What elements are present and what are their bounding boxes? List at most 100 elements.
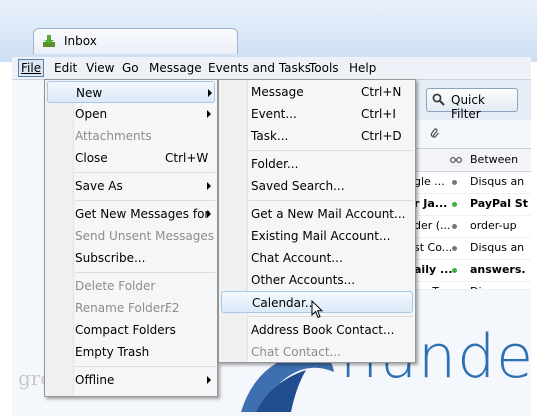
menu-item-chat-contact: Chat Contact... [221, 341, 413, 363]
menu-item-label: Empty Trash [75, 345, 150, 359]
menu-item-address-book-contact[interactable]: Address Book Contact... [221, 319, 413, 341]
menu-item-label: Other Accounts... [251, 273, 356, 287]
menu-help[interactable]: Help [347, 60, 378, 76]
menu-item-label: Saved Search... [251, 179, 345, 193]
menu-item-new-message[interactable]: Message Ctrl+N [221, 81, 413, 103]
menu-item-label: Get a New Mail Account... [251, 207, 406, 221]
menu-item-subscribe[interactable]: Subscribe... [47, 247, 215, 269]
read-status-dot[interactable] [452, 246, 457, 251]
menu-item-shortcut: Ctrl+I [361, 107, 396, 121]
menu-item-label: Close [75, 151, 108, 165]
menu-view[interactable]: View [84, 60, 116, 76]
message-subject: answers. [470, 263, 526, 276]
attachment-icon [430, 127, 440, 142]
menu-item-new-task[interactable]: Task... Ctrl+D [221, 125, 413, 147]
message-subject: Disqus an [470, 175, 525, 188]
menu-item-label: Address Book Contact... [251, 323, 395, 337]
read-status-dot[interactable] [452, 224, 457, 229]
menu-item-label: Get New Messages for [75, 207, 210, 221]
message-subject: Disqus an [470, 281, 524, 289]
message-sender: gle ... [414, 175, 445, 188]
menu-item-existing-mail-account[interactable]: Existing Mail Account... [221, 225, 413, 247]
menu-file[interactable]: File [18, 59, 45, 77]
menu-separator [75, 366, 215, 367]
inbox-download-icon [42, 34, 56, 48]
menu-item-label: Existing Mail Account... [251, 229, 391, 243]
menu-edit[interactable]: Edit [52, 60, 79, 76]
menu-item-shortcut: Ctrl+D [361, 129, 402, 143]
menu-item-compact-folders[interactable]: Compact Folders [47, 319, 215, 341]
menu-item-label: Send Unsent Messages [75, 229, 215, 243]
menu-tools[interactable]: Tools [307, 60, 341, 76]
message-row[interactable]: gle ... Disqus an [412, 171, 531, 194]
menu-item-label: Rename Folder... [75, 301, 176, 315]
menu-item-shortcut: F2 [165, 301, 180, 315]
menu-item-get-new-mail-account[interactable]: Get a New Mail Account... [221, 203, 413, 225]
message-sender: t... T... [414, 281, 448, 289]
message-subject: order-up [470, 219, 517, 232]
menu-go[interactable]: Go [120, 60, 141, 76]
menu-item-close[interactable]: Close Ctrl+W [47, 147, 215, 169]
menu-item-save-as[interactable]: Save As [47, 175, 215, 197]
menu-item-chat-account[interactable]: Chat Account... [221, 247, 413, 269]
message-row[interactable]: r Ja... PayPal St [412, 193, 531, 216]
message-row[interactable]: aily ... answers. [412, 259, 531, 282]
menu-separator [249, 150, 413, 151]
menu-item-label: Event... [251, 107, 297, 121]
menu-item-offline[interactable]: Offline [47, 369, 215, 391]
unread-status-dot[interactable] [452, 202, 457, 207]
column-between[interactable]: Between [470, 149, 518, 171]
message-row[interactable]: der (... order-up [412, 215, 531, 238]
menu-separator [249, 316, 413, 317]
menu-item-saved-search[interactable]: Saved Search... [221, 175, 413, 197]
submenu-arrow-icon [207, 182, 211, 190]
menu-item-attachments: Attachments [47, 125, 215, 147]
menu-item-label: Delete Folder [75, 279, 156, 293]
message-list: Between gle ... Disqus an r Ja... PayPal… [412, 148, 531, 290]
menu-item-label: Subscribe... [75, 251, 146, 265]
menu-item-empty-trash[interactable]: Empty Trash [47, 341, 215, 363]
menu-item-label: Compact Folders [75, 323, 176, 337]
quick-filter-label: Quick Filter [451, 93, 485, 121]
menu-item-get-new-messages[interactable]: Get New Messages for [47, 203, 215, 225]
menu-item-label: New [76, 86, 103, 100]
file-menu: New Open Attachments Close Ctrl+W Save A… [44, 79, 218, 397]
menu-item-label: Calendar... [252, 296, 317, 310]
menu-separator [75, 172, 215, 173]
menu-item-label: Attachments [75, 129, 152, 143]
menu-item-new-event[interactable]: Event... Ctrl+I [221, 103, 413, 125]
message-sender: der (... [414, 219, 451, 232]
menu-item-other-accounts[interactable]: Other Accounts... [221, 269, 413, 291]
menu-item-open[interactable]: Open [47, 103, 215, 125]
message-list-header: Between [412, 149, 531, 172]
message-subject: PayPal St [470, 197, 528, 210]
menu-message[interactable]: Message [147, 60, 204, 76]
menu-item-label: Folder... [251, 157, 299, 171]
menu-item-label: Chat Account... [251, 251, 343, 265]
menu-item-new-folder[interactable]: Folder... [221, 153, 413, 175]
menu-separator [249, 200, 413, 201]
menu-events-tasks[interactable]: Events and Tasks [206, 60, 313, 76]
thread-column-icon[interactable] [450, 149, 462, 171]
message-row[interactable]: st Co... Disqus an [412, 237, 531, 260]
search-icon [432, 93, 445, 106]
menu-item-label: Open [75, 107, 108, 121]
menu-item-delete-folder: Delete Folder [47, 275, 215, 297]
menu-item-shortcut: Ctrl+N [361, 85, 402, 99]
read-status-dot[interactable] [452, 180, 457, 185]
tab-label: Inbox [64, 34, 97, 48]
submenu-arrow-icon [208, 89, 212, 97]
mouse-cursor-icon [311, 299, 324, 322]
menu-file-label: File [21, 61, 42, 75]
quick-filter-button[interactable]: Quick Filter [426, 88, 518, 121]
tab-inbox[interactable]: Inbox [33, 28, 238, 54]
unread-status-dot[interactable] [452, 268, 457, 273]
message-row[interactable]: t... T... Disqus an [412, 281, 531, 290]
message-sender: st Co... [414, 241, 453, 254]
menu-item-send-unsent: Send Unsent Messages [47, 225, 215, 247]
menu-item-label: Offline [75, 373, 115, 387]
menu-item-new[interactable]: New [47, 81, 215, 103]
menu-item-rename-folder: Rename Folder... F2 [47, 297, 215, 319]
message-subject: Disqus an [470, 241, 525, 254]
menu-item-label: Message [251, 85, 304, 99]
